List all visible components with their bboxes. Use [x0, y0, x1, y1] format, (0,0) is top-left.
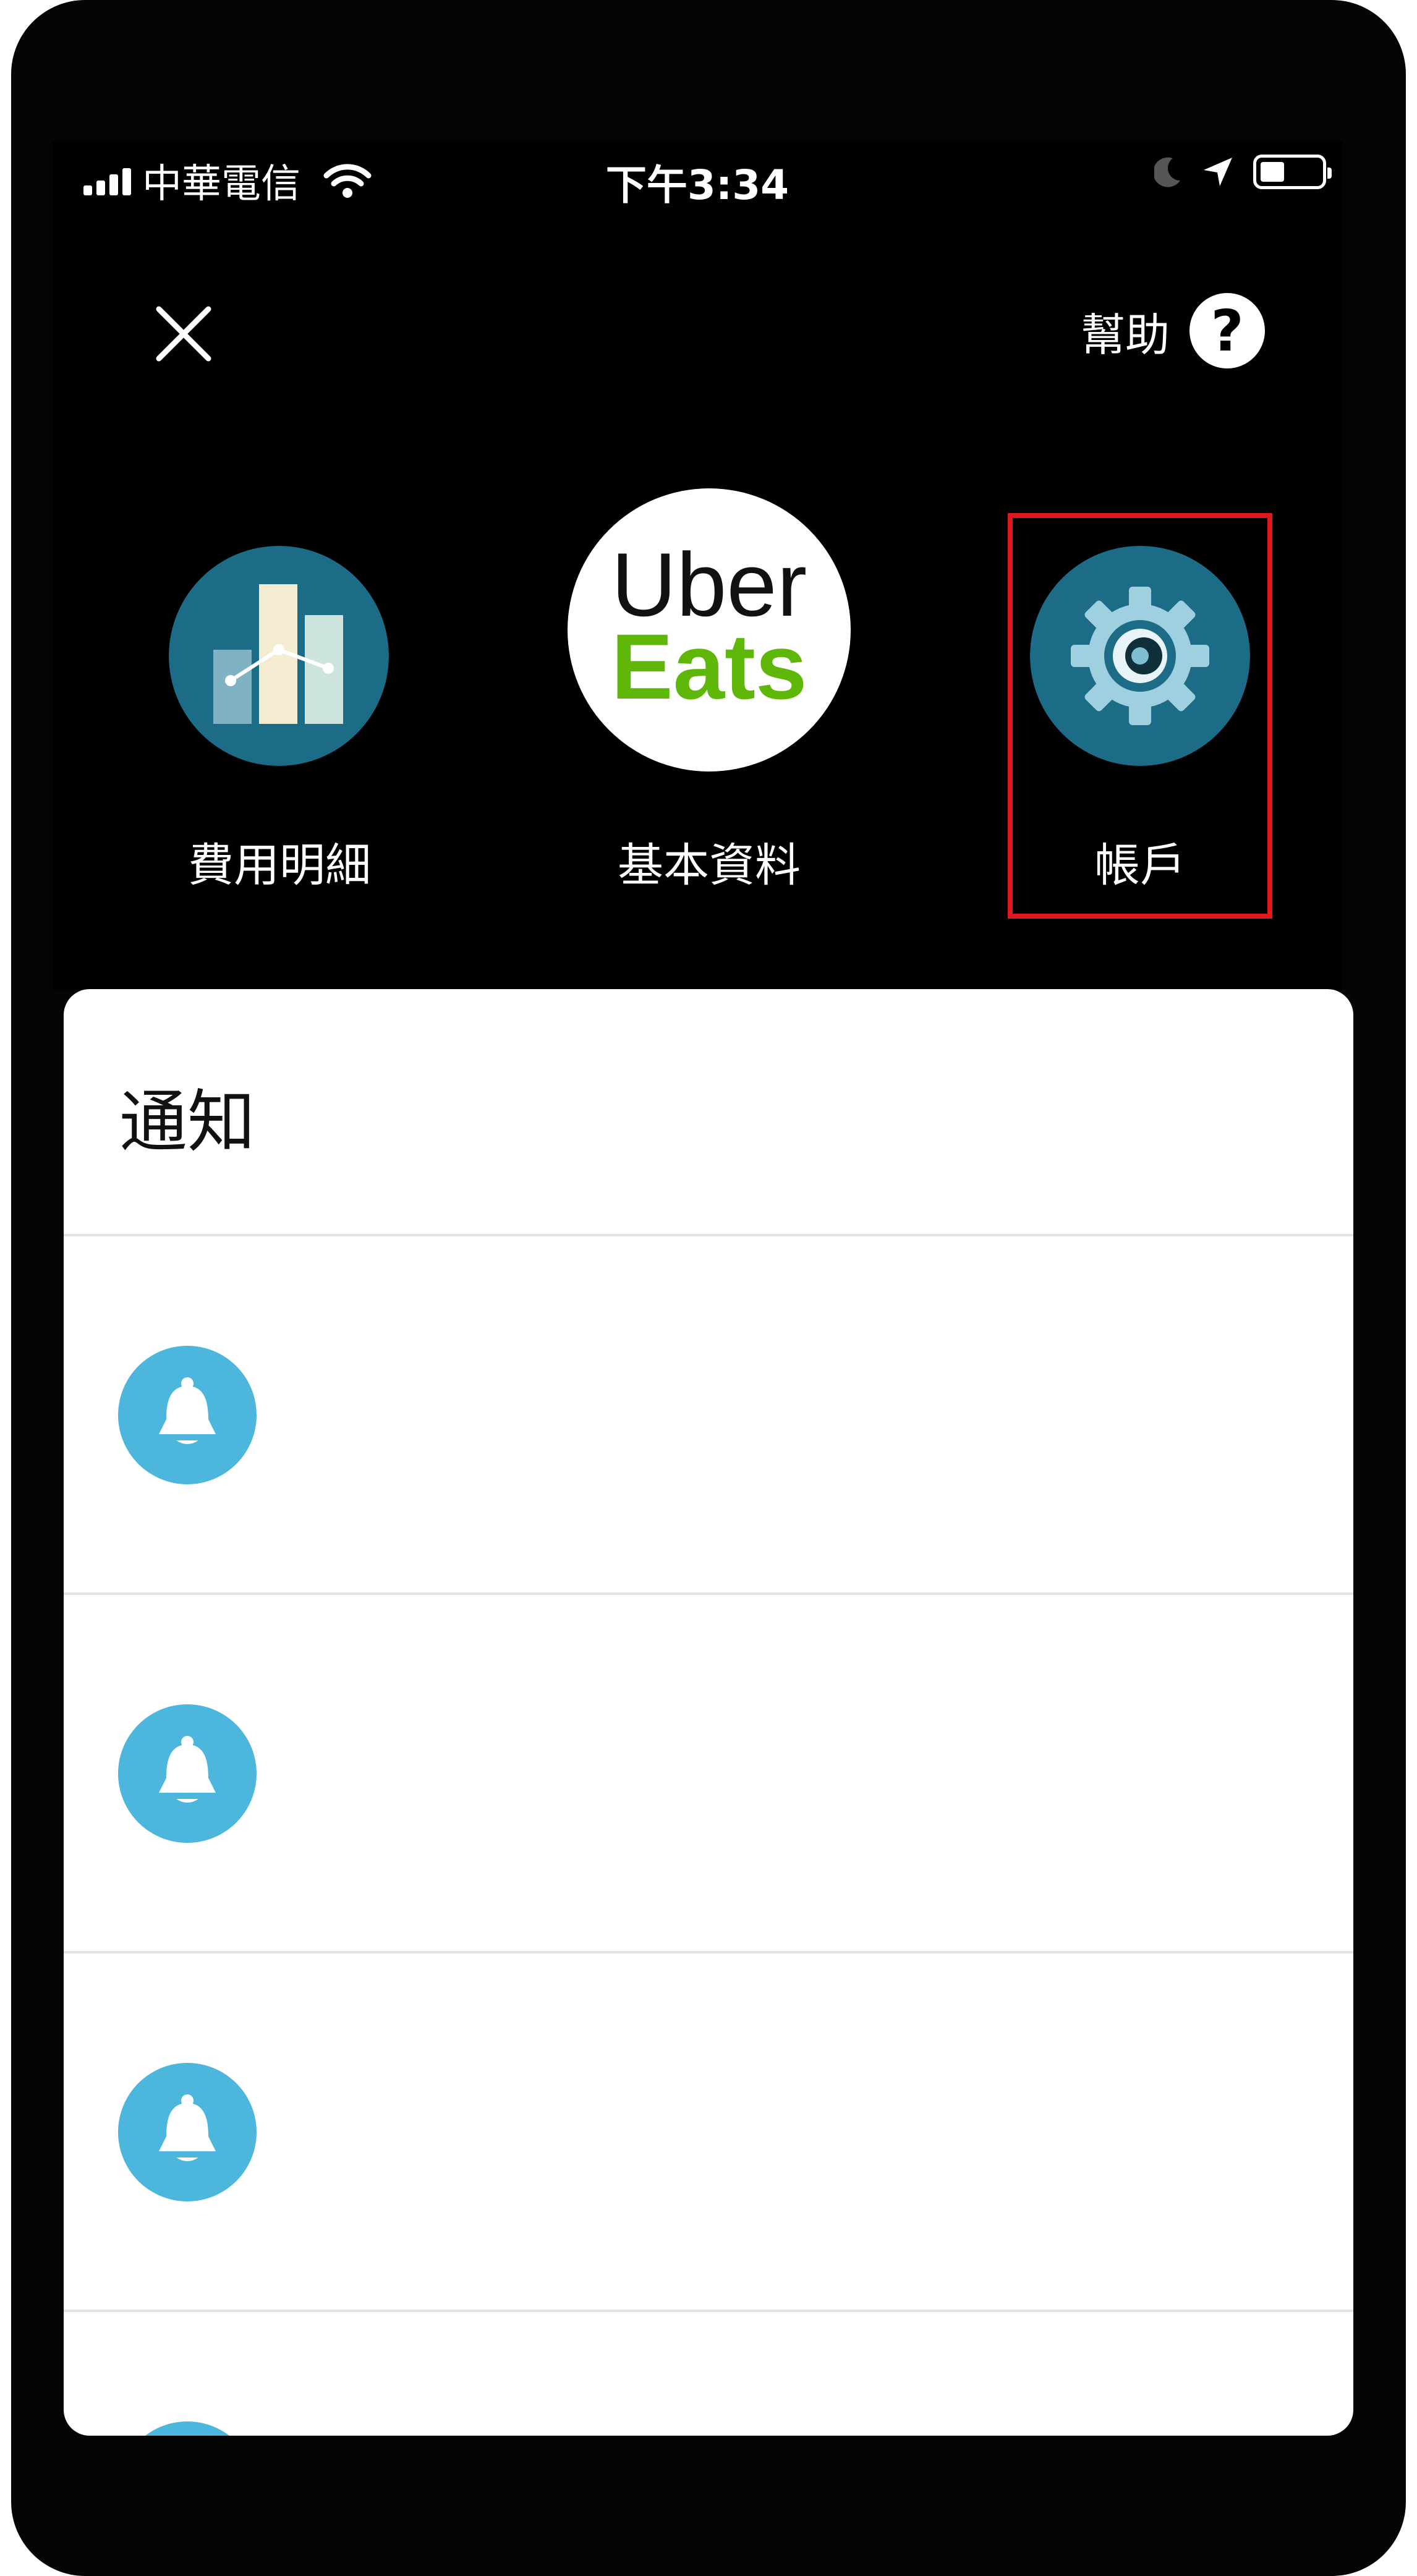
help-label: 幫助: [1080, 308, 1170, 361]
close-icon[interactable]: [147, 297, 221, 371]
menu-label-profile: 基本資料: [618, 839, 801, 892]
menu-label-fees: 費用明細: [188, 839, 371, 892]
moon-icon: [1154, 157, 1180, 187]
status-right-icons: [1154, 155, 1332, 189]
battery-icon: [1253, 155, 1332, 189]
account-highlight-box: [1008, 513, 1272, 919]
status-time: 下午3:34: [605, 161, 789, 209]
notification-row[interactable]: [64, 1595, 1353, 1951]
status-bar: 中華電信 下午3:34: [53, 141, 1342, 215]
logo-eats-text: Eats: [611, 614, 807, 718]
notifications-panel: 通知: [64, 989, 1353, 2436]
bell-icon: [118, 2063, 257, 2201]
notification-row[interactable]: [64, 2312, 1353, 2436]
bell-icon: [118, 2421, 257, 2436]
bar-chart-icon: [169, 546, 389, 766]
notification-row[interactable]: [64, 1236, 1353, 1592]
help-button[interactable]: 幫助 ?: [1081, 293, 1265, 368]
location-arrow-icon: [1204, 158, 1232, 186]
uber-eats-logo: Uber Eats: [568, 488, 851, 772]
notification-row[interactable]: [64, 1953, 1353, 2310]
notifications-title: 通知: [119, 1082, 255, 1162]
help-icon: ?: [1189, 293, 1265, 368]
bell-icon: [118, 1704, 257, 1843]
bell-icon: [118, 1346, 257, 1484]
